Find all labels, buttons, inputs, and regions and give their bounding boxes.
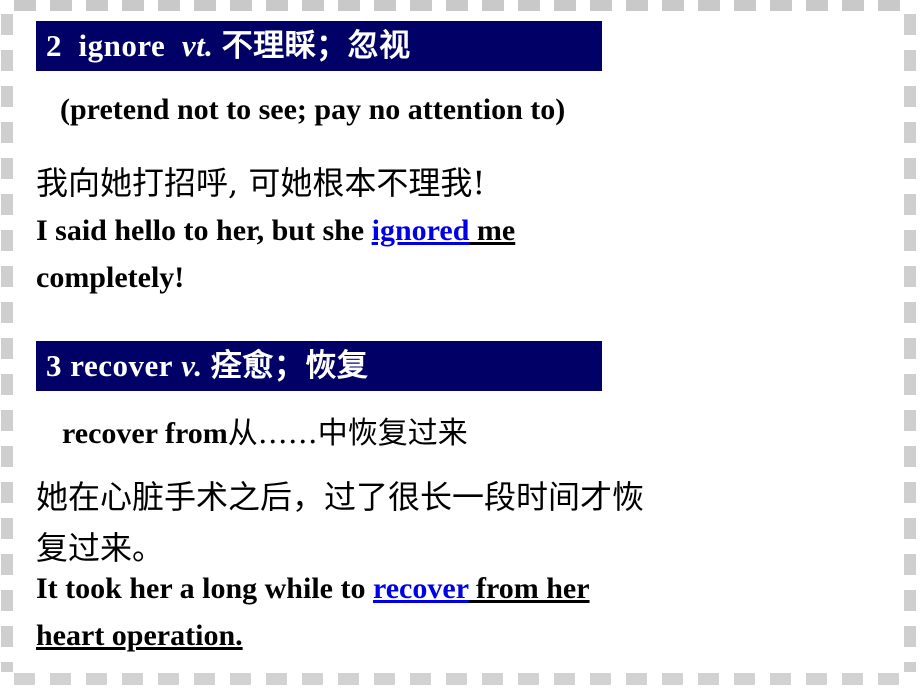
border-dashes-right [904,14,916,672]
example-recover-before: It took her a long while to [36,572,373,605]
example-english-ignore-line2: completely! [36,261,185,294]
example-chinese-recover-line2: 复过来。 [36,529,165,567]
vocab-index-recover: 3 [46,348,62,383]
example-english-ignore-line1: I said hello to her, but she ignored me [36,214,515,248]
vocab-pos-recover: v. [181,348,203,383]
example-ignore-before: I said hello to her, but she [36,214,372,247]
vocab-pos-ignore: vt. [181,28,214,63]
vocab-index-ignore: 2 [46,28,62,63]
example-recover-after: from her [468,572,590,605]
example-chinese-ignore: 我向她打招呼, 可她根本不理我! [36,164,486,202]
vocab-word-ignore: ignore [78,28,166,63]
example-english-recover-line2: heart operation. [36,619,243,652]
slide-canvas: 2 ignore vt. 不理睬；忽视 (pretend not to see;… [0,0,920,690]
example-chinese-recover-line1: 她在心脏手术之后，过了很长一段时间才恢 [36,478,645,516]
keyword-ignored: ignored [371,214,470,247]
border-dashes-bottom [14,673,906,685]
phrase-recover-chinese: 从……中恢复过来 [227,416,468,451]
phrase-recover-english: recover from [62,417,228,450]
vocab-header-recover: 3 recover v. 痊愈；恢复 [36,341,602,391]
phrase-recover-from: recover from从……中恢复过来 [62,408,468,452]
example-ignore-after: me [469,214,516,247]
keyword-recover: recover [372,572,469,605]
definition-ignore: (pretend not to see; pay no attention to… [60,93,566,126]
example-english-recover-line1: It took her a long while to recover from… [36,572,590,606]
vocab-header-ignore: 2 ignore vt. 不理睬；忽视 [36,21,602,71]
vocab-meaning-recover: 痊愈；恢复 [210,348,369,384]
border-dashes-top [14,0,906,11]
vocab-word-recover: recover [70,348,173,383]
border-dashes-left [1,14,13,672]
vocab-meaning-ignore: 不理睬；忽视 [221,28,411,64]
